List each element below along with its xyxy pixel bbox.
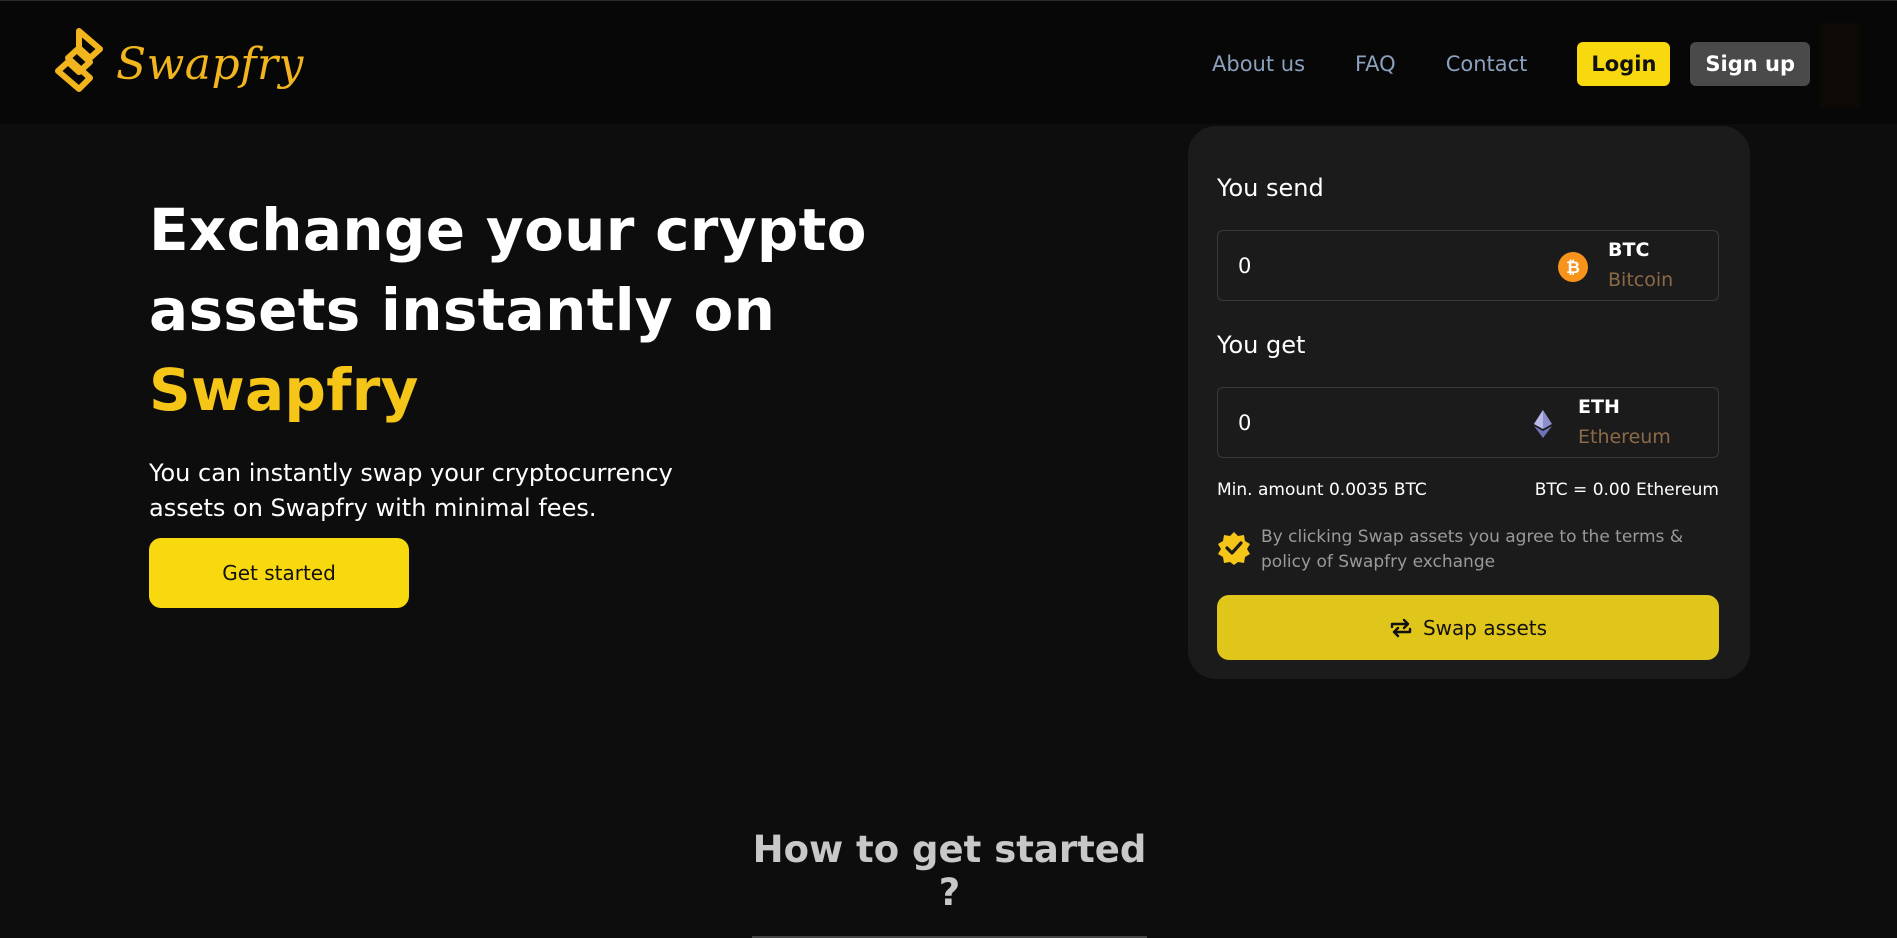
verified-check-icon[interactable] [1217, 531, 1251, 565]
send-label: You send [1217, 174, 1324, 202]
get-amount-field[interactable]: 0 ETH Ethereum [1217, 387, 1719, 458]
get-coin-symbol: ETH [1578, 396, 1620, 418]
send-amount-field[interactable]: 0 ₿ BTC Bitcoin [1217, 230, 1719, 301]
faded-element [1820, 23, 1860, 107]
hero-title-line2: assets instantly on [149, 276, 776, 344]
hero-title: Exchange your crypto assets instantly on… [149, 190, 969, 430]
nav-links: About us FAQ Contact Login Sign up [1212, 41, 1811, 87]
nav-link-faq[interactable]: FAQ [1355, 41, 1396, 87]
get-started-button[interactable]: Get started [149, 538, 409, 608]
nav-link-about[interactable]: About us [1212, 41, 1305, 87]
get-label: You get [1217, 331, 1306, 359]
swap-card: You send 0 ₿ BTC Bitcoin You get 0 ETH E… [1188, 126, 1750, 679]
exchange-rate-text: BTC = 0.00 Ethereum [1534, 480, 1719, 500]
swapfry-logo-icon [55, 28, 103, 92]
brand-logo[interactable]: Swapfry [52, 27, 304, 101]
send-amount-value[interactable]: 0 [1238, 231, 1251, 302]
get-amount-value[interactable]: 0 [1238, 388, 1251, 459]
hero-title-accent: Swapfry [149, 356, 419, 424]
bitcoin-icon: ₿ [1558, 252, 1588, 282]
nav-link-contact[interactable]: Contact [1446, 41, 1528, 87]
hero-title-line1: Exchange your crypto [149, 196, 867, 264]
swap-arrows-icon [1390, 618, 1412, 637]
brand-name: Swapfry [116, 38, 304, 90]
section-heading: How to get started ? [752, 828, 1147, 938]
swap-assets-button[interactable]: Swap assets [1217, 595, 1719, 660]
min-amount-text: Min. amount 0.0035 BTC [1217, 480, 1427, 500]
send-coin-symbol: BTC [1608, 239, 1650, 261]
hero-subtitle: You can instantly swap your cryptocurren… [149, 459, 673, 522]
ethereum-icon [1534, 410, 1552, 438]
signup-button[interactable]: Sign up [1690, 42, 1811, 86]
top-navbar: Swapfry About us FAQ Contact Login Sign … [0, 0, 1897, 124]
swap-assets-label: Swap assets [1422, 615, 1548, 640]
agreement-text: By clicking Swap assets you agree to the… [1261, 527, 1684, 572]
hero-section: Exchange your crypto assets instantly on… [149, 190, 969, 526]
svg-text:₿: ₿ [1566, 258, 1580, 278]
login-button[interactable]: Login [1577, 42, 1671, 86]
get-coin-name: Ethereum [1578, 426, 1671, 448]
send-coin-name: Bitcoin [1608, 269, 1674, 291]
